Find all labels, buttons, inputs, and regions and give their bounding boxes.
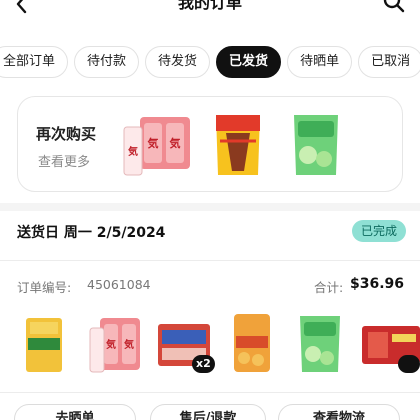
quantity-badge: x2 [192, 355, 215, 373]
buy-again-card[interactable]: 再次购买 查看更多 気 気 気 [17, 96, 403, 192]
tab-pending-payment[interactable]: 待付款 [74, 46, 140, 78]
product-thumbnail-plum-bag[interactable] [290, 111, 342, 179]
svg-text:気: 気 [148, 136, 159, 150]
tab-shipped[interactable]: 已发货 [216, 46, 282, 78]
order-item-plum-bag[interactable] [296, 314, 344, 374]
svg-text:気: 気 [105, 338, 116, 351]
refund-button[interactable]: 售后/退款 [150, 404, 266, 420]
order-actions: 去晒单 售后/退款 查看物流 [0, 404, 420, 420]
order-number: 45061084 [87, 277, 151, 292]
quantity-badge-partial [398, 355, 420, 373]
section-divider [0, 203, 420, 211]
review-button[interactable]: 去晒单 [14, 404, 136, 420]
tracking-button[interactable]: 查看物流 [278, 404, 400, 420]
order-status-tabs: 全部订单 待付款 待发货 已发货 待晒单 已取消 [0, 46, 420, 78]
order-item-drink-cans[interactable]: 気 気 [88, 314, 142, 376]
tab-all-orders[interactable]: 全部订单 [0, 46, 69, 78]
divider-line [0, 260, 420, 261]
page-title: 我的订单 [177, 0, 242, 12]
product-thumbnail-drink-cans[interactable]: 気 気 気 [122, 115, 192, 177]
order-total-label: 合计: [314, 280, 344, 295]
delivery-date: 送货日 周一 2/5/2024 [17, 225, 166, 241]
order-status-badge: 已完成 [351, 220, 406, 242]
search-icon [383, 0, 405, 13]
order-total-amount: $36.96 [349, 276, 404, 292]
view-more-link[interactable]: 查看更多 [38, 151, 90, 170]
svg-text:気: 気 [127, 145, 138, 158]
order-item-plum-jar[interactable] [230, 312, 274, 374]
buy-again-title: 再次购买 [36, 125, 97, 143]
tab-cancelled[interactable]: 已取消 [358, 46, 420, 78]
order-number-label: 订单编号: [17, 280, 72, 295]
product-thumbnail-snack-bag[interactable] [212, 111, 264, 179]
top-bar: 我的订单 [0, 0, 420, 20]
order-item-rice-pack[interactable] [22, 316, 66, 374]
divider-line [0, 392, 420, 393]
tab-pending-review[interactable]: 待晒单 [287, 46, 353, 78]
tab-pending-shipment[interactable]: 待发货 [145, 46, 211, 78]
search-button[interactable] [382, 0, 406, 14]
svg-text:気: 気 [123, 338, 134, 351]
svg-text:気: 気 [170, 136, 181, 150]
